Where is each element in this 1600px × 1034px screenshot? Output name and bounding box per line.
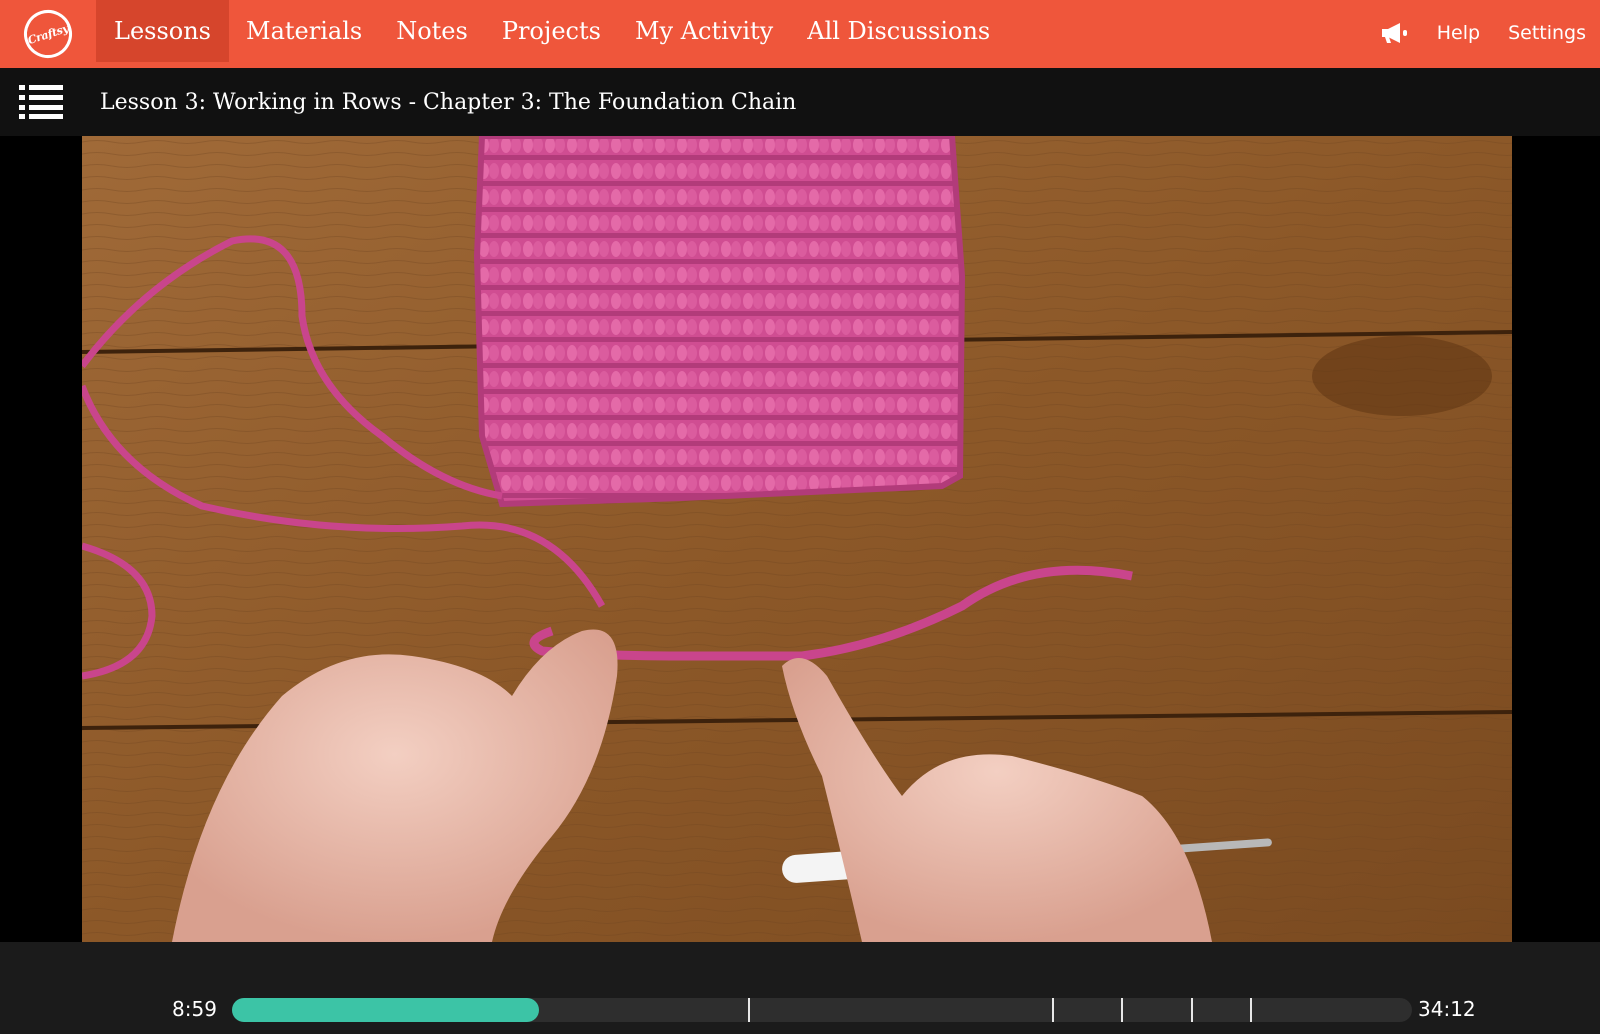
video-frame[interactable] [82, 136, 1512, 942]
tab-projects[interactable]: Projects [485, 0, 618, 62]
settings-link[interactable]: Settings [1508, 22, 1586, 44]
tab-all-discussions[interactable]: All Discussions [790, 0, 1007, 62]
total-time: 34:12 [1418, 997, 1476, 1021]
megaphone-icon[interactable] [1379, 20, 1409, 46]
chapter-marker[interactable] [1250, 998, 1252, 1022]
tab-lessons[interactable]: Lessons [96, 0, 229, 62]
logo-text: Craftsy [26, 21, 70, 47]
top-navigation-bar: Craftsy Lessons Materials Notes Projects… [0, 0, 1600, 68]
progress-bar[interactable] [232, 998, 1412, 1022]
current-time: 8:59 [172, 997, 217, 1021]
progress-played [232, 998, 539, 1022]
logo-badge: Craftsy [17, 3, 79, 65]
chapter-marker[interactable] [1191, 998, 1193, 1022]
nav-tabs: Lessons Materials Notes Projects My Acti… [96, 0, 1007, 68]
chapter-marker[interactable] [1052, 998, 1054, 1022]
help-link[interactable]: Help [1437, 22, 1480, 44]
lesson-title: Lesson 3: Working in Rows - Chapter 3: T… [100, 89, 797, 115]
list-icon[interactable] [19, 84, 63, 120]
nav-right-links: Help Settings [1379, 0, 1600, 66]
tab-materials[interactable]: Materials [229, 0, 379, 62]
craftsy-logo[interactable]: Craftsy [0, 0, 96, 68]
tab-notes[interactable]: Notes [379, 0, 485, 62]
chapter-marker[interactable] [1121, 998, 1123, 1022]
chapter-marker[interactable] [748, 998, 750, 1022]
player-controls: 8:59 34:12 [0, 942, 1600, 1034]
video-still [82, 136, 1512, 942]
lesson-header: Lesson 3: Working in Rows - Chapter 3: T… [0, 68, 1600, 136]
tab-my-activity[interactable]: My Activity [618, 0, 790, 62]
video-player[interactable] [0, 136, 1600, 942]
